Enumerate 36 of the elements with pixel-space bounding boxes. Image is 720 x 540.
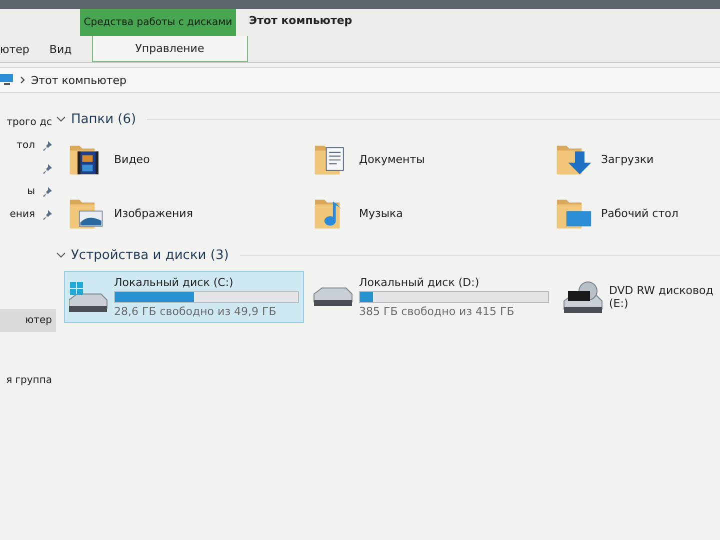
sidebar-item[interactable]: ютер: [0, 309, 56, 332]
computer-icon: [0, 74, 14, 86]
sidebar-item[interactable]: трого дс: [0, 111, 56, 134]
drive-label: Локальный диск (D:): [359, 276, 480, 289]
chevron-right-icon: [20, 76, 25, 84]
window-title: Этот компьютер: [248, 13, 352, 29]
sidebar-item[interactable]: ения: [0, 203, 56, 226]
folder-label[interactable]: Документы: [359, 152, 425, 166]
drive-label: DVD RW дисковод (E:): [609, 284, 714, 310]
folder-label[interactable]: Музыка: [359, 206, 403, 220]
sidebar-item[interactable]: я группа: [0, 369, 56, 392]
context-tab-group-header: Средства работы с дисками: [80, 9, 236, 36]
drive-tile[interactable]: DVD RW дисковод (E:): [558, 271, 720, 323]
drive-label: Локальный диск (C:): [114, 276, 234, 289]
drive-tile[interactable]: Локальный диск (D:) 385 ГБ свободно из 415 ГБ: [308, 271, 554, 323]
chevron-down-icon[interactable]: [56, 251, 66, 259]
drive-tile[interactable]: Локальный диск (C:) 28,6 ГБ свободно из 49,9 ГБ: [64, 271, 304, 323]
hard-drive-icon: [69, 281, 108, 313]
folder-label[interactable]: Видео: [114, 152, 150, 166]
ribbon-tab[interactable]: ютер: [0, 36, 40, 62]
folder-label[interactable]: Рабочий стол: [601, 206, 678, 220]
ribbon-tab[interactable]: Вид: [39, 36, 82, 62]
folder-label[interactable]: Загрузки: [601, 152, 654, 166]
address-bar[interactable]: Этот компьютер: [0, 67, 720, 93]
chevron-down-icon[interactable]: [56, 115, 66, 123]
ribbon-tab[interactable]: Управление: [92, 36, 248, 62]
sidebar-item[interactable]: ы: [0, 180, 56, 203]
address-path: Этот компьютер: [31, 74, 126, 86]
optical-drive-icon: [563, 280, 603, 314]
hard-drive-icon: [313, 287, 353, 307]
section-header[interactable]: Устройства и диски (3): [71, 248, 229, 262]
free-space-text: 385 ГБ свободно из 415 ГБ: [359, 305, 516, 318]
section-header[interactable]: Папки (6): [71, 112, 136, 126]
folder-label[interactable]: Изображения: [114, 206, 193, 220]
free-space-text: 28,6 ГБ свободно из 49,9 ГБ: [114, 305, 278, 318]
sidebar-item[interactable]: тол: [0, 134, 56, 157]
